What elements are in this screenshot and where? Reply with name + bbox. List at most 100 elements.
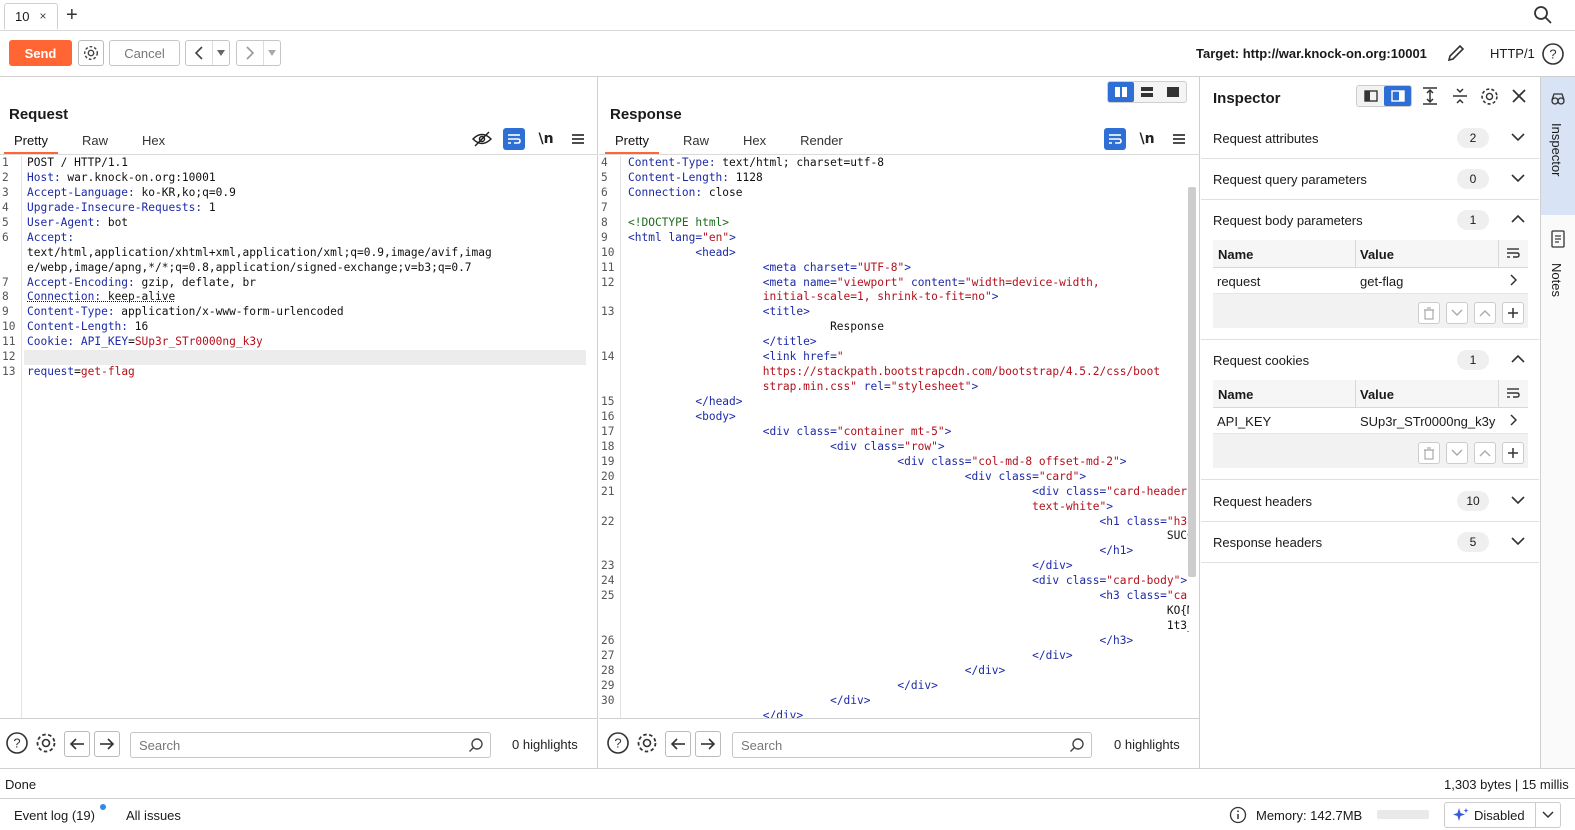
tab-raw[interactable]: Raw <box>673 132 719 154</box>
hide-nonprintable-icon[interactable] <box>471 128 493 150</box>
code-line: Connection: close <box>628 185 743 199</box>
chevron-up-icon[interactable] <box>1511 214 1525 224</box>
section-response-headers[interactable]: Response headers 5 <box>1201 522 1539 563</box>
trash-icon[interactable] <box>1418 442 1440 464</box>
chevron-down-icon <box>1511 132 1525 142</box>
response-scrollbar[interactable] <box>1188 187 1196 577</box>
gear-icon[interactable] <box>1479 86 1500 107</box>
help-icon[interactable]: ? <box>606 731 630 755</box>
all-issues-link[interactable]: All issues <box>126 808 181 823</box>
word-wrap-icon[interactable] <box>1104 128 1126 150</box>
line-number: 13 <box>2 365 16 379</box>
expand-all-icon[interactable] <box>1421 87 1439 105</box>
search-icon[interactable] <box>1533 5 1553 25</box>
line-number: 9 <box>2 305 9 319</box>
line-number: 27 <box>601 648 615 662</box>
request-editor-tools: \n <box>471 128 589 150</box>
section-request-cookies: Request cookies 1 Name Value API_KEY SUp… <box>1201 340 1539 480</box>
arrow-left-icon[interactable] <box>665 731 691 757</box>
arrow-left-icon[interactable] <box>64 731 90 757</box>
newline-toggle-icon[interactable]: \n <box>535 128 557 150</box>
tab-close-icon[interactable]: × <box>39 9 46 23</box>
event-log-link[interactable]: Event log (19) <box>14 808 95 823</box>
arrow-right-icon[interactable] <box>695 731 721 757</box>
add-tab-icon[interactable]: + <box>66 3 78 27</box>
code-line: Accept: <box>27 230 75 244</box>
tab-hex[interactable]: Hex <box>733 132 776 154</box>
help-icon[interactable]: ? <box>1541 42 1565 66</box>
tab-render[interactable]: Render <box>790 132 853 154</box>
line-number: 12 <box>601 275 615 289</box>
section-request-body-parameters: Request body parameters 1 Name Value req… <box>1201 200 1539 340</box>
rail-inspector-tab[interactable]: Inspector <box>1541 77 1575 215</box>
wrap-icon[interactable] <box>1506 387 1520 399</box>
newline-toggle-icon[interactable]: \n <box>1136 128 1158 150</box>
chevron-down-icon <box>1511 536 1525 546</box>
search-input[interactable]: Search <box>130 732 491 758</box>
collapse-all-icon[interactable] <box>1451 87 1469 105</box>
chevron-left-icon[interactable] <box>186 41 214 65</box>
http-version[interactable]: HTTP/1 <box>1490 46 1535 61</box>
menu-icon[interactable] <box>1168 128 1190 150</box>
tab-hex[interactable]: Hex <box>132 132 175 154</box>
move-up-icon[interactable] <box>1474 302 1496 324</box>
menu-icon[interactable] <box>567 128 589 150</box>
chevron-right-icon[interactable] <box>237 41 265 65</box>
section-request-query-parameters[interactable]: Request query parameters 0 <box>1201 159 1539 200</box>
table-row[interactable]: API_KEY SUp3r_STr0000ng_k3y <box>1213 408 1528 434</box>
move-down-icon[interactable] <box>1446 302 1468 324</box>
line-number-gutter: 1 2 3 4 5 6 7 8 9 10 11 12 13 <box>0 156 22 718</box>
code-line: POST / HTTP/1.1 <box>27 156 129 169</box>
request-editor[interactable]: 1 2 3 4 5 6 7 8 9 10 11 12 13 POST / HTTP/1.1 Host: w… <box>0 156 597 718</box>
move-down-icon[interactable] <box>1446 442 1468 464</box>
word-wrap-icon[interactable] <box>503 128 525 150</box>
tab-10[interactable]: 10 × <box>4 3 58 30</box>
help-icon[interactable]: ? <box>5 731 29 755</box>
ai-toggle[interactable]: Disabled <box>1444 802 1561 828</box>
caret-down-icon[interactable] <box>264 41 280 65</box>
notes-icon[interactable] <box>1550 230 1566 248</box>
line-number-gutter: 4 5 6 7 8 9 10 11 12 13 14 15 16 17 18 19 20 21 22 23 24 25 26… <box>599 156 621 718</box>
add-icon[interactable] <box>1502 442 1524 464</box>
gear-icon[interactable] <box>34 731 58 755</box>
move-up-icon[interactable] <box>1474 442 1496 464</box>
response-search-bar: ? Search 0 highlights <box>599 718 1199 768</box>
chevron-down-icon <box>1511 173 1525 183</box>
wrap-icon[interactable] <box>1506 247 1520 259</box>
table-row[interactable]: request get-flag <box>1213 268 1528 294</box>
arrow-right-icon[interactable] <box>94 731 120 757</box>
section-request-attributes[interactable]: Request attributes 2 <box>1201 118 1539 159</box>
status-bar: Done 1,303 bytes | 15 millis <box>0 768 1575 798</box>
split-vertical-icon[interactable] <box>1108 82 1134 102</box>
split-horizontal-icon[interactable] <box>1134 82 1160 102</box>
code-line: </title> <box>762 335 817 349</box>
tab-raw[interactable]: Raw <box>72 132 118 154</box>
chevron-down-icon[interactable] <box>1535 803 1554 827</box>
close-icon[interactable] <box>1511 88 1527 104</box>
caret-down-icon[interactable] <box>213 41 229 65</box>
layout-left-icon[interactable] <box>1357 86 1384 106</box>
cancel-button[interactable]: Cancel <box>109 40 180 66</box>
tab-pretty[interactable]: Pretty <box>4 132 58 154</box>
line-number: 22 <box>601 514 615 528</box>
layout-right-icon[interactable] <box>1384 86 1411 106</box>
section-request-headers[interactable]: Request headers 10 <box>1201 481 1539 522</box>
line-number: 11 <box>601 260 615 274</box>
row-actions <box>1418 302 1524 324</box>
count-badge: 1 <box>1457 210 1489 230</box>
response-editor[interactable]: 4 5 6 7 8 9 10 11 12 13 14 15 16 17 18 19 20 21 22 23 24 25 26… <box>599 156 1189 718</box>
rail-notes-label[interactable]: Notes <box>1549 263 1564 297</box>
send-button[interactable]: Send <box>9 40 72 66</box>
gear-icon[interactable] <box>78 40 104 66</box>
trash-icon[interactable] <box>1418 302 1440 324</box>
add-icon[interactable] <box>1502 302 1524 324</box>
single-pane-icon[interactable] <box>1160 82 1186 102</box>
tab-pretty[interactable]: Pretty <box>605 132 659 154</box>
search-input[interactable]: Search <box>732 732 1092 758</box>
gear-icon[interactable] <box>635 731 659 755</box>
code-line: <body> <box>695 409 736 423</box>
line-number <box>601 544 620 559</box>
code-line: text/html,application/xhtml+xml,applicat… <box>27 245 492 259</box>
pencil-icon[interactable] <box>1445 42 1467 64</box>
chevron-up-icon[interactable] <box>1511 354 1525 364</box>
